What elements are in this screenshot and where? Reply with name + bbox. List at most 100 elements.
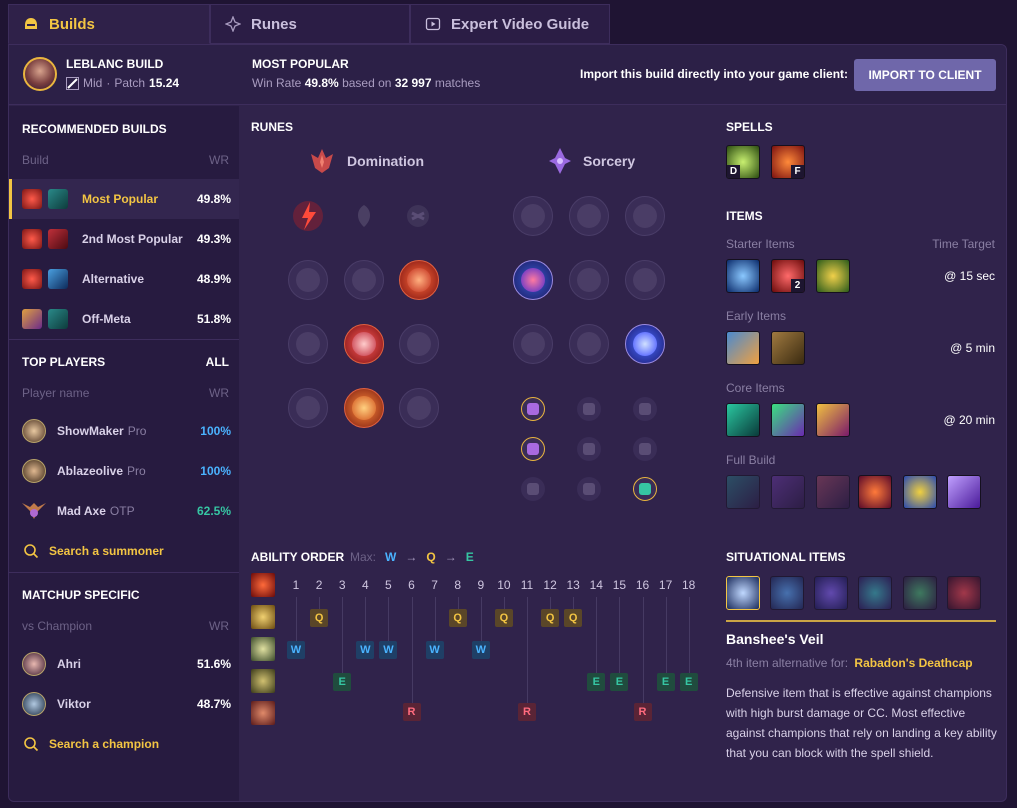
item-icon	[48, 189, 68, 209]
full-build-item[interactable]	[858, 475, 892, 509]
ultimate-hunter-rune[interactable]	[344, 388, 384, 428]
sorcery-label: Sorcery	[583, 153, 636, 169]
full-build-item[interactable]	[947, 475, 981, 509]
rune-slot[interactable]	[288, 388, 328, 428]
stat-shard[interactable]	[577, 437, 601, 461]
taste-of-blood-rune[interactable]	[399, 260, 439, 300]
hail-of-blades-rune[interactable]	[398, 196, 438, 236]
rune-slot[interactable]	[288, 260, 328, 300]
stat-shard[interactable]	[633, 437, 657, 461]
situational-item[interactable]	[814, 576, 848, 610]
tab-runes[interactable]: Runes	[210, 4, 410, 44]
player-column-header: Player name	[22, 386, 90, 400]
rune-slot[interactable]	[513, 196, 553, 236]
stat-shard[interactable]	[577, 477, 601, 501]
situational-item[interactable]	[770, 576, 804, 610]
level-number: 18	[682, 578, 696, 592]
electrocute-rune[interactable]	[288, 196, 328, 236]
boots-item[interactable]	[771, 331, 805, 365]
rune-slot[interactable]	[625, 196, 665, 236]
all-players-link[interactable]: ALL	[206, 355, 229, 369]
build-wr: 49.8%	[196, 192, 231, 206]
tab-builds[interactable]: Builds	[8, 4, 210, 44]
build-row-most-popular[interactable]: Most Popular 49.8%	[9, 179, 239, 219]
build-row-alternative[interactable]: Alternative 48.9%	[9, 259, 239, 299]
player-row[interactable]: Mad Axe OTP 62.5%	[9, 491, 239, 531]
stat-shard-health[interactable]	[633, 477, 657, 501]
win-rate-value: 49.8%	[304, 76, 339, 90]
import-to-client-button[interactable]: IMPORT TO CLIENT	[854, 59, 996, 91]
lost-chapter-item[interactable]	[726, 331, 760, 365]
stat-shard[interactable]	[577, 397, 601, 421]
transcendence-rune[interactable]	[625, 324, 665, 364]
alt-item-link[interactable]: Rabadon's Deathcap	[854, 656, 972, 670]
stat-shard[interactable]	[633, 397, 657, 421]
ghost-spell-icon[interactable]: D	[726, 145, 760, 179]
item-count-badge: 2	[791, 279, 804, 292]
dark-seal-item[interactable]	[726, 259, 760, 293]
role-label: Mid	[83, 76, 103, 90]
situational-item[interactable]	[858, 576, 892, 610]
level-guide-line	[457, 597, 459, 609]
search-summoner-label: Search a summoner	[49, 544, 164, 558]
dark-harvest-rune[interactable]	[344, 196, 384, 236]
stat-shard-adaptive[interactable]	[521, 397, 545, 421]
manaflow-band-rune[interactable]	[513, 260, 553, 300]
rune-slot[interactable]	[513, 324, 553, 364]
matchup-row[interactable]: Viktor 48.7%	[9, 684, 239, 724]
tab-builds-label: Builds	[49, 15, 95, 33]
player-row[interactable]: Ablazeolive Pro 100%	[9, 451, 239, 491]
stealth-ward-item[interactable]	[816, 259, 850, 293]
stat-shard-adaptive[interactable]	[521, 437, 545, 461]
items-title: ITEMS	[726, 209, 763, 223]
early-items-label: Early Items	[726, 309, 787, 323]
matchup-row[interactable]: Ahri 51.6%	[9, 644, 239, 684]
full-build-item[interactable]	[771, 475, 805, 509]
banshees-veil-item[interactable]	[726, 576, 760, 610]
full-build-item[interactable]	[816, 475, 850, 509]
w-skill-point: W	[287, 641, 305, 659]
level-number: 3	[338, 578, 346, 592]
full-build-label: Full Build	[726, 453, 776, 467]
player-tag: Pro	[127, 424, 147, 438]
search-champion-link[interactable]: Search a champion	[23, 736, 159, 752]
tab-video-guide[interactable]: Expert Video Guide	[410, 4, 610, 44]
search-champion-label: Search a champion	[49, 737, 160, 751]
level-guide-line	[388, 597, 390, 641]
stat-shard[interactable]	[521, 477, 545, 501]
health-potion-item[interactable]: 2	[771, 259, 805, 293]
eyeball-collection-rune[interactable]	[344, 324, 384, 364]
full-build-item[interactable]	[903, 475, 937, 509]
arrow-icon: →	[444, 550, 457, 564]
situational-item[interactable]	[903, 576, 937, 610]
level-number: 15	[612, 578, 627, 592]
build-row-2nd-most-popular[interactable]: 2nd Most Popular 49.3%	[9, 219, 239, 259]
build-wr: 49.3%	[196, 232, 231, 246]
rune-slot[interactable]	[288, 324, 328, 364]
situational-item[interactable]	[947, 576, 981, 610]
search-summoner-link[interactable]: Search a summoner	[23, 543, 164, 559]
full-build-item[interactable]	[726, 475, 760, 509]
level-number: 11	[520, 578, 534, 592]
e-skill-point: E	[333, 673, 352, 691]
rune-slot[interactable]	[344, 260, 384, 300]
time-target-label: Time Target	[932, 237, 995, 251]
max-second: Q	[426, 550, 436, 564]
player-row[interactable]: ShowMaker Pro 100%	[9, 411, 239, 451]
rune-slot[interactable]	[399, 388, 439, 428]
core-item[interactable]	[726, 403, 760, 437]
ignite-spell-icon[interactable]: F	[771, 145, 805, 179]
core-item[interactable]	[816, 403, 850, 437]
build-row-off-meta[interactable]: Off-Meta 51.8%	[9, 299, 239, 339]
w-skill-point: W	[471, 641, 490, 659]
sorcerers-shoes-item[interactable]	[771, 403, 805, 437]
w-skill-point: W	[425, 641, 444, 659]
matchup-specific-title: MATCHUP SPECIFIC	[22, 588, 140, 602]
rune-slot[interactable]	[625, 260, 665, 300]
build-label: Off-Meta	[82, 312, 131, 326]
rune-slot[interactable]	[569, 196, 609, 236]
max-order: Max: W → Q → E	[350, 550, 474, 564]
rune-slot[interactable]	[399, 324, 439, 364]
rune-slot[interactable]	[569, 324, 609, 364]
rune-slot[interactable]	[569, 260, 609, 300]
